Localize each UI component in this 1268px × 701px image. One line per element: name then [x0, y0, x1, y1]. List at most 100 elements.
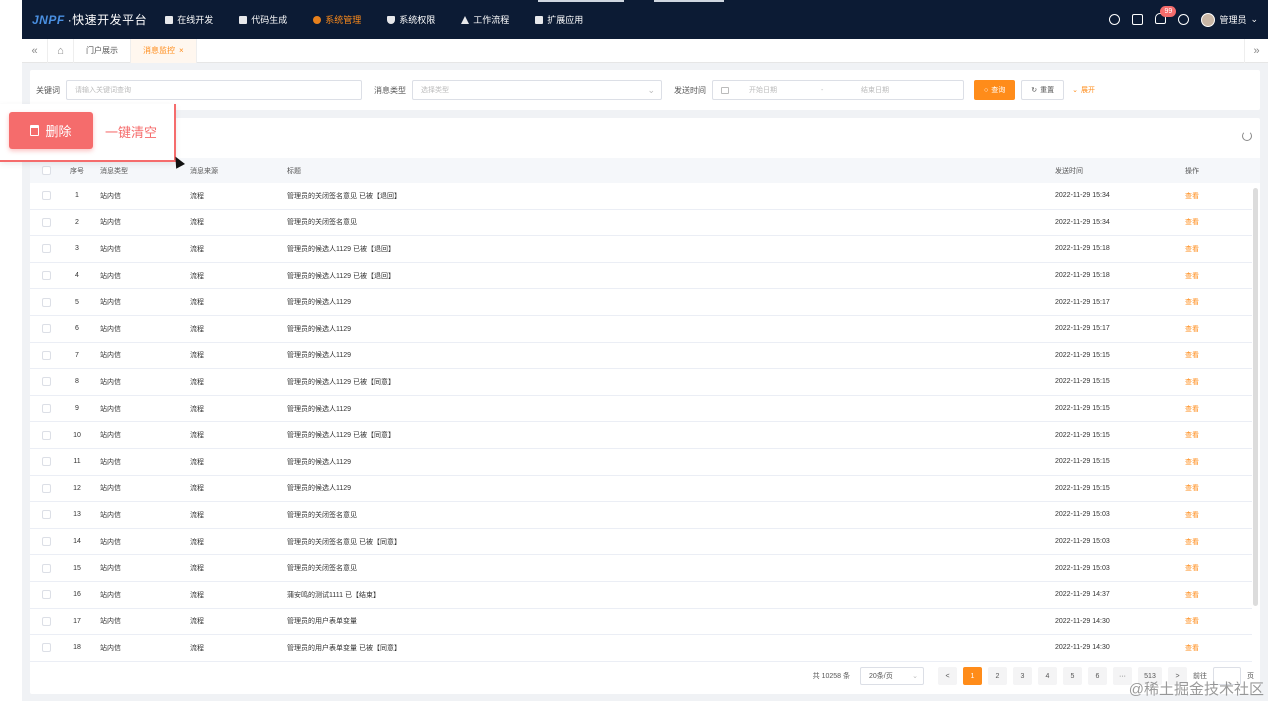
row-checkbox[interactable] — [30, 537, 62, 547]
row-checkbox[interactable] — [30, 643, 62, 653]
keyword-input[interactable]: 请输入关键词查询 — [66, 80, 362, 100]
close-icon[interactable]: × — [179, 46, 184, 55]
row-checkbox[interactable] — [30, 297, 62, 307]
page-button[interactable]: 5 — [1063, 667, 1082, 685]
nav-item-workflow[interactable]: 工作流程 — [461, 0, 509, 39]
delete-button[interactable]: 删除 — [9, 112, 93, 149]
view-link[interactable]: 查看 — [1185, 297, 1245, 307]
page-button[interactable]: 6 — [1088, 667, 1107, 685]
row-checkbox[interactable] — [30, 563, 62, 573]
globe-icon[interactable] — [1178, 14, 1190, 25]
cell-time: 2022-11-29 15:03 — [1055, 564, 1110, 572]
nav-item-system-manage[interactable]: 系统管理 — [313, 0, 361, 39]
view-link[interactable]: 查看 — [1185, 457, 1245, 467]
query-button[interactable]: ○ 查询 — [974, 80, 1016, 100]
type-placeholder: 选择类型 — [421, 87, 449, 94]
refresh-icon[interactable] — [1242, 131, 1252, 141]
page-button[interactable]: 1 — [963, 667, 982, 685]
start-date-input[interactable]: 开始日期 — [749, 85, 821, 95]
cell-time: 2022-11-29 15:15 — [1055, 484, 1110, 492]
view-link[interactable]: 查看 — [1185, 616, 1245, 626]
view-link[interactable]: 查看 — [1185, 643, 1245, 653]
logo[interactable]: JNPF ·快速开发平台 — [32, 11, 147, 28]
type-select[interactable]: 选择类型 ⌄ — [412, 80, 662, 100]
page-button[interactable]: 2 — [988, 667, 1007, 685]
view-link[interactable]: 查看 — [1185, 191, 1245, 201]
row-checkbox[interactable] — [30, 483, 62, 493]
row-checkbox[interactable] — [30, 271, 62, 281]
row-checkbox[interactable] — [30, 244, 62, 254]
page-button[interactable]: 4 — [1038, 667, 1057, 685]
row-checkbox[interactable] — [30, 616, 62, 626]
search-icon[interactable] — [1109, 14, 1121, 25]
row-checkbox[interactable] — [30, 217, 62, 227]
cell-time: 2022-11-29 14:37 — [1055, 591, 1110, 599]
row-checkbox[interactable] — [30, 457, 62, 467]
row-checkbox[interactable] — [30, 377, 62, 387]
vertical-scrollbar[interactable] — [1253, 188, 1258, 606]
collapse-left-icon[interactable]: « — [22, 38, 48, 63]
view-link[interactable]: 查看 — [1185, 483, 1245, 493]
tab-portal[interactable]: 门户展示 — [74, 38, 131, 63]
cell-time: 2022-11-29 14:30 — [1055, 617, 1110, 625]
nav-item-code-gen[interactable]: 代码生成 — [239, 0, 287, 39]
cell-title: 管理员的候选人1129 已被【退回】 — [287, 245, 395, 253]
page-button[interactable]: 3 — [1013, 667, 1032, 685]
nav-item-system-permission[interactable]: 系统权限 — [387, 0, 435, 39]
prev-page-button[interactable]: < — [938, 667, 957, 685]
view-link[interactable]: 查看 — [1185, 590, 1245, 600]
cell-type: 站内信 — [100, 352, 121, 360]
cell-type: 站内信 — [100, 485, 121, 493]
clear-all-button[interactable]: 一键清空 — [105, 122, 157, 141]
shield-icon — [387, 15, 396, 24]
row-checkbox[interactable] — [30, 350, 62, 360]
reset-button[interactable]: ↻ 重置 — [1021, 80, 1065, 100]
checkbox — [41, 563, 51, 573]
nav-item-extensions[interactable]: 扩展应用 — [535, 0, 583, 39]
row-checkbox[interactable] — [30, 324, 62, 334]
page-size-select[interactable]: 20条/页 ⌄ — [860, 667, 924, 685]
date-range-picker[interactable]: 开始日期 - 结束日期 — [712, 80, 964, 100]
view-link[interactable]: 查看 — [1185, 244, 1245, 254]
view-link[interactable]: 查看 — [1185, 510, 1245, 520]
notification-button[interactable]: 99 — [1155, 6, 1177, 26]
table-row: 5 站内信 流程 管理员的候选人1129 2022-11-29 15:17 查看 — [30, 289, 1252, 316]
view-link[interactable]: 查看 — [1185, 563, 1245, 573]
view-link[interactable]: 查看 — [1185, 377, 1245, 387]
chevron-down-icon: ⌄ — [647, 84, 655, 95]
select-all-checkbox[interactable] — [30, 166, 62, 175]
row-checkbox[interactable] — [30, 510, 62, 520]
logo-brand: JNPF — [32, 12, 65, 27]
time-label: 发送时间 — [674, 85, 706, 95]
row-checkbox[interactable] — [30, 430, 62, 440]
monitor-icon — [165, 15, 174, 24]
view-link[interactable]: 查看 — [1185, 217, 1245, 227]
view-link[interactable]: 查看 — [1185, 537, 1245, 547]
row-checkbox[interactable] — [30, 590, 62, 600]
view-link[interactable]: 查看 — [1185, 404, 1245, 414]
message-icon[interactable] — [1132, 14, 1144, 25]
home-icon[interactable]: ⌂ — [48, 38, 74, 63]
cell-index: 11 — [73, 458, 81, 466]
user-menu[interactable]: 管理员 ⌄ — [1201, 12, 1258, 27]
nav-item-online-dev[interactable]: 在线开发 — [165, 0, 213, 39]
view-link[interactable]: 查看 — [1185, 430, 1245, 440]
end-date-input[interactable]: 结束日期 — [861, 85, 889, 95]
pagination: 共 10258 条 20条/页 ⌄ < 1 2 3 4 5 6 ··· 513 … — [30, 661, 1260, 691]
checkbox — [41, 166, 51, 175]
tab-message-monitor[interactable]: 消息监控 × — [131, 38, 197, 63]
row-checkbox[interactable] — [30, 191, 62, 201]
cell-time: 2022-11-29 15:34 — [1055, 218, 1110, 226]
table-row: 4 站内信 流程 管理员的候选人1129 已被【退回】 2022-11-29 15:18… — [30, 263, 1252, 290]
collapse-right-icon[interactable]: » — [1244, 39, 1268, 63]
row-checkbox[interactable] — [30, 404, 62, 414]
view-link[interactable]: 查看 — [1185, 324, 1245, 334]
view-link[interactable]: 查看 — [1185, 350, 1245, 360]
table-row: 14 站内信 流程 管理员的关闭签名意见 已被【同意】 2022-11-29 15:03… — [30, 529, 1252, 556]
cell-title: 管理员的候选人1129 — [287, 352, 352, 360]
cell-source: 流程 — [190, 432, 204, 440]
cell-source: 流程 — [190, 299, 204, 307]
view-link[interactable]: 查看 — [1185, 271, 1245, 281]
expand-button[interactable]: ⌄ 展开 — [1072, 85, 1095, 95]
expand-label: 展开 — [1080, 87, 1095, 94]
